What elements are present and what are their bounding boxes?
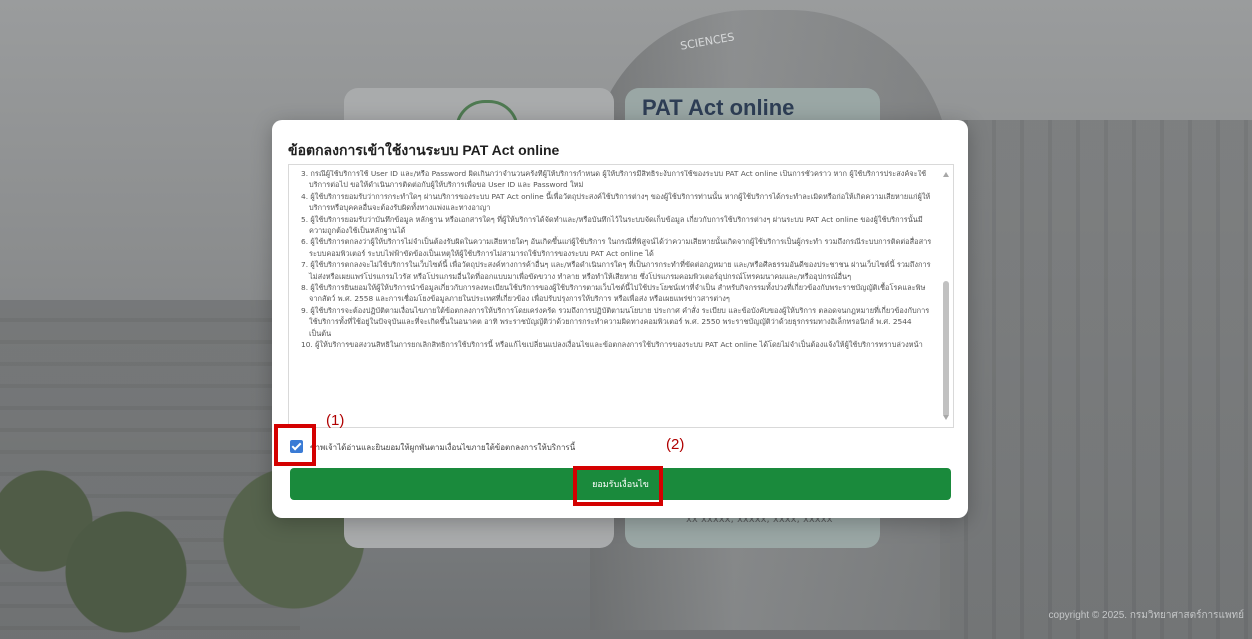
term-item: 8. ผู้ใช้บริการยินยอมให้ผู้ให้บริการนำข้… xyxy=(301,283,926,304)
scroll-thumb[interactable] xyxy=(943,281,949,417)
annotation-label-2: (2) xyxy=(666,436,685,453)
background-card-title: PAT Act online xyxy=(642,95,795,120)
scroll-down-arrow-icon[interactable] xyxy=(943,415,949,420)
highlight-box-accept-button xyxy=(573,466,663,506)
term-item: 4. ผู้ใช้บริการยอมรับว่าการกระทำใดๆ ผ่าน… xyxy=(301,191,931,213)
term-item: 5. ผู้ใช้บริการยอมรับว่าบันทึกข้อมูล หลั… xyxy=(301,214,923,236)
terms-modal: ข้อตกลงการเข้าใช้งานระบบ PAT Act online … xyxy=(272,120,968,518)
agree-row[interactable]: ข้าพเจ้าได้อ่านและยินยอมให้ผูกพันตามเงื่… xyxy=(286,438,846,456)
term-item: 7. ผู้ใช้บริการตกลงจะไม่ใช้บริการในเว็บไ… xyxy=(301,260,931,281)
copyright-text: copyright © 2025. กรมวิทยาศาสตร์การแพทย์ xyxy=(1048,610,1244,621)
terms-content: 3. กรณีผู้ใช้บริการใช้ User ID และ/หรือ … xyxy=(297,170,935,422)
background-building-right xyxy=(940,120,1252,639)
annotation-label-1: (1) xyxy=(326,412,345,429)
term-item: 3. กรณีผู้ใช้บริการใช้ User ID และ/หรือ … xyxy=(301,170,927,190)
modal-title: ข้อตกลงการเข้าใช้งานระบบ PAT Act online xyxy=(288,142,560,158)
terms-list: 3. กรณีผู้ใช้บริการใช้ User ID และ/หรือ … xyxy=(297,170,935,351)
term-item: 6. ผู้ใช้บริการตกลงว่าผู้ให้บริการไม่จำเ… xyxy=(301,237,932,258)
agree-label[interactable]: ข้าพเจ้าได้อ่านและยินยอมให้ผูกพันตามเงื่… xyxy=(310,441,575,454)
scroll-up-arrow-icon[interactable] xyxy=(943,172,949,177)
terms-scrollbar[interactable] xyxy=(939,165,953,427)
highlight-box-checkbox xyxy=(274,424,316,466)
terms-scroll-box[interactable]: 3. กรณีผู้ใช้บริการใช้ User ID และ/หรือ … xyxy=(288,164,954,428)
term-item: 9. ผู้ใช้บริการจะต้องปฏิบัติตามเงื่อนไขภ… xyxy=(301,305,930,338)
term-item: 10. ผู้ให้บริการขอสงวนสิทธิในการยกเลิกสิ… xyxy=(301,340,923,350)
